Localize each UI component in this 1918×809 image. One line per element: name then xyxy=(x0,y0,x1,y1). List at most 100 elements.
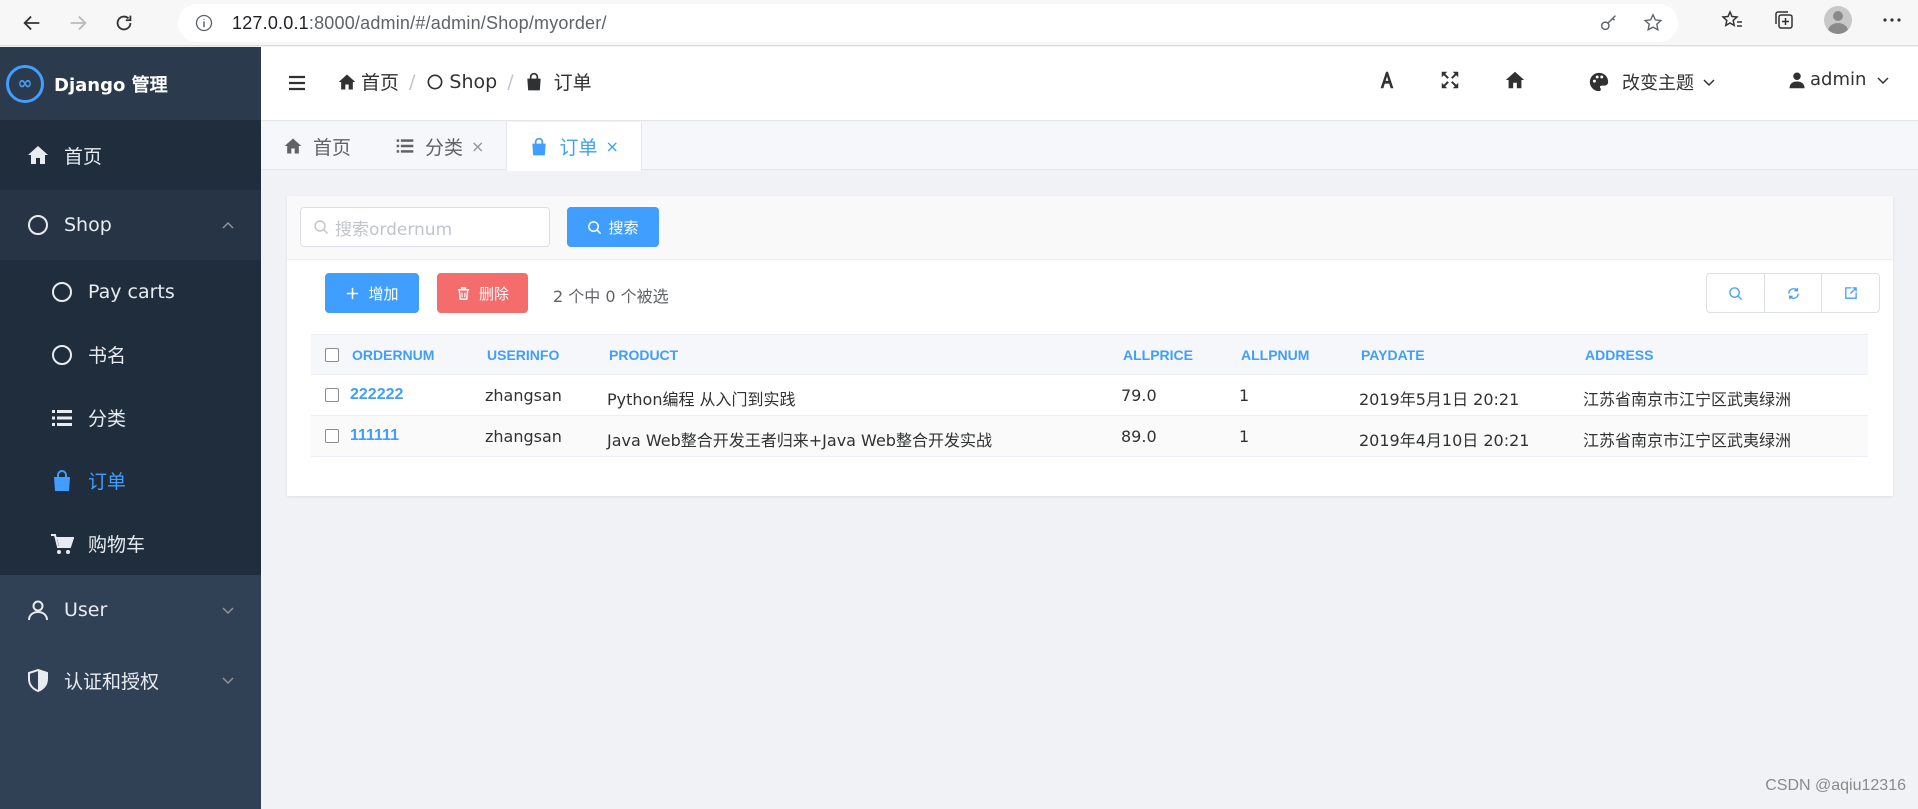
add-button[interactable]: 增加 xyxy=(325,273,419,313)
sidebar-item-label: 书名 xyxy=(88,345,127,367)
ordernum-link[interactable]: 111111 xyxy=(350,427,399,445)
user-icon xyxy=(1789,72,1805,88)
chevron-down-icon xyxy=(222,607,234,615)
shopping-bag-icon xyxy=(532,137,547,155)
add-favorite-icon[interactable] xyxy=(1642,12,1664,34)
search-button[interactable]: 搜索 xyxy=(567,207,659,247)
shopping-bag-icon xyxy=(54,469,70,491)
cell-paydate: 2019年5月1日 20:21 xyxy=(1359,390,1520,409)
column-header-address[interactable]: ADDRESS xyxy=(1585,347,1653,363)
column-header-product[interactable]: PRODUCT xyxy=(609,347,678,363)
info-icon xyxy=(195,14,213,32)
close-icon[interactable]: × xyxy=(605,137,618,156)
chevron-down-icon xyxy=(1703,79,1715,87)
action-row: 增加 删除 2 个中 0 个被选 xyxy=(287,260,1893,332)
sidebar-item-shop[interactable]: Shop xyxy=(0,190,261,260)
close-icon[interactable]: × xyxy=(471,137,484,156)
column-header-paydate[interactable]: PAYDATE xyxy=(1361,347,1425,363)
row-checkbox[interactable] xyxy=(325,388,339,402)
search-icon xyxy=(1729,286,1742,300)
sidebar: ∞ Django 管理 首页 Shop Pay carts 书名 分类 订单 购… xyxy=(0,47,261,809)
logo-text: Django 管理 xyxy=(54,74,168,96)
cell-product: Python编程 从入门到实践 xyxy=(607,390,796,409)
column-header-allpnum[interactable]: ALLPNUM xyxy=(1241,347,1309,363)
home-icon xyxy=(28,146,48,164)
sidebar-item-cart[interactable]: 购物车 xyxy=(0,512,261,575)
forward-button[interactable] xyxy=(58,3,98,43)
url-text: 127.0.0.1:8000/admin/#/admin/Shop/myorde… xyxy=(232,12,607,33)
tab-label: 首页 xyxy=(313,136,352,159)
sidebar-item-label: Shop xyxy=(64,214,112,236)
sidebar-item-user[interactable]: User xyxy=(0,575,261,645)
profile-icon[interactable] xyxy=(1824,6,1852,34)
row-checkbox[interactable] xyxy=(325,429,339,443)
circle-icon xyxy=(52,281,72,302)
reload-icon xyxy=(116,15,132,30)
shield-icon xyxy=(28,668,48,692)
column-header-ordernum[interactable]: ORDERNUM xyxy=(352,347,434,363)
site-home-button[interactable] xyxy=(1504,69,1526,91)
table-header: ORDERNUM USERINFO PRODUCT ALLPRICE ALLPN… xyxy=(311,334,1868,375)
sidebar-item-label: 认证和授权 xyxy=(64,670,160,693)
sidebar-item-home[interactable]: 首页 xyxy=(0,120,261,190)
delete-button[interactable]: 删除 xyxy=(437,273,528,313)
key-icon[interactable] xyxy=(1598,12,1620,34)
table-row: 222222 zhangsan Python编程 从入门到实践 79.0 1 2… xyxy=(311,375,1868,416)
tab-home[interactable]: 首页 xyxy=(261,122,373,170)
add-button-label: 增加 xyxy=(368,284,399,303)
table-export-button[interactable] xyxy=(1822,274,1879,312)
sidebar-item-book-name[interactable]: 书名 xyxy=(0,323,261,386)
sidebar-item-label: 购物车 xyxy=(88,534,146,556)
watermark: CSDN @aqiu12316 xyxy=(1765,777,1906,794)
ordernum-link[interactable]: 222222 xyxy=(350,386,403,404)
more-icon[interactable] xyxy=(1880,8,1904,32)
logo[interactable]: ∞ Django 管理 xyxy=(0,47,261,120)
table-refresh-button[interactable] xyxy=(1765,274,1823,312)
select-all-checkbox[interactable] xyxy=(325,348,339,362)
search-placeholder: 搜索ordernum xyxy=(335,219,453,240)
shop-submenu: Pay carts 书名 分类 订单 购物车 xyxy=(0,260,261,575)
sidebar-item-pay-carts[interactable]: Pay carts xyxy=(0,260,261,323)
theme-dropdown[interactable]: 改变主题 xyxy=(1588,69,1716,95)
address-bar[interactable]: 127.0.0.1:8000/admin/#/admin/Shop/myorde… xyxy=(178,4,1678,42)
sidebar-item-label: 订单 xyxy=(88,471,127,493)
sidebar-item-order[interactable]: 订单 xyxy=(0,449,261,512)
sidebar-item-label: User xyxy=(64,599,108,621)
user-icon xyxy=(28,600,48,621)
font-size-button[interactable] xyxy=(1376,69,1398,91)
user-dropdown[interactable]: admin xyxy=(1788,69,1890,90)
theme-label: 改变主题 xyxy=(1622,73,1694,94)
chevron-down-icon xyxy=(222,677,234,685)
column-header-userinfo[interactable]: USERINFO xyxy=(487,347,559,363)
sidebar-item-auth[interactable]: 认证和授权 xyxy=(0,645,261,715)
sidebar-item-category[interactable]: 分类 xyxy=(0,386,261,449)
back-button[interactable] xyxy=(12,3,52,43)
fullscreen-button[interactable] xyxy=(1439,69,1461,91)
reload-button[interactable] xyxy=(104,3,144,43)
collections-icon[interactable] xyxy=(1772,8,1796,32)
cell-userinfo: zhangsan xyxy=(485,427,562,446)
tab-order[interactable]: 订单 × xyxy=(506,122,642,171)
orders-table: ORDERNUM USERINFO PRODUCT ALLPRICE ALLPN… xyxy=(311,334,1868,457)
palette-icon xyxy=(1589,72,1609,92)
list-icon xyxy=(52,409,72,426)
chevron-down-icon xyxy=(1877,76,1889,84)
font-icon xyxy=(1380,71,1394,89)
circle-icon xyxy=(52,344,72,365)
tab-bar: 首页 分类 × 订单 × xyxy=(261,122,1918,171)
search-input[interactable]: 搜索ordernum xyxy=(300,207,550,247)
expand-icon xyxy=(1441,71,1459,89)
refresh-icon xyxy=(1787,287,1799,299)
user-label: admin xyxy=(1810,69,1867,90)
table-search-button[interactable] xyxy=(1707,274,1765,312)
plus-icon xyxy=(347,287,359,299)
column-header-allprice[interactable]: ALLPRICE xyxy=(1123,347,1193,363)
sidebar-item-label: 首页 xyxy=(64,145,103,168)
tab-category[interactable]: 分类 × xyxy=(373,122,506,170)
trash-icon xyxy=(457,286,470,300)
circle-icon xyxy=(28,215,48,235)
favorites-icon[interactable] xyxy=(1720,8,1744,32)
home-icon xyxy=(1505,71,1525,89)
search-row: 搜索ordernum 搜索 xyxy=(287,196,1893,260)
browser-toolbar: 127.0.0.1:8000/admin/#/admin/Shop/myorde… xyxy=(0,0,1918,46)
